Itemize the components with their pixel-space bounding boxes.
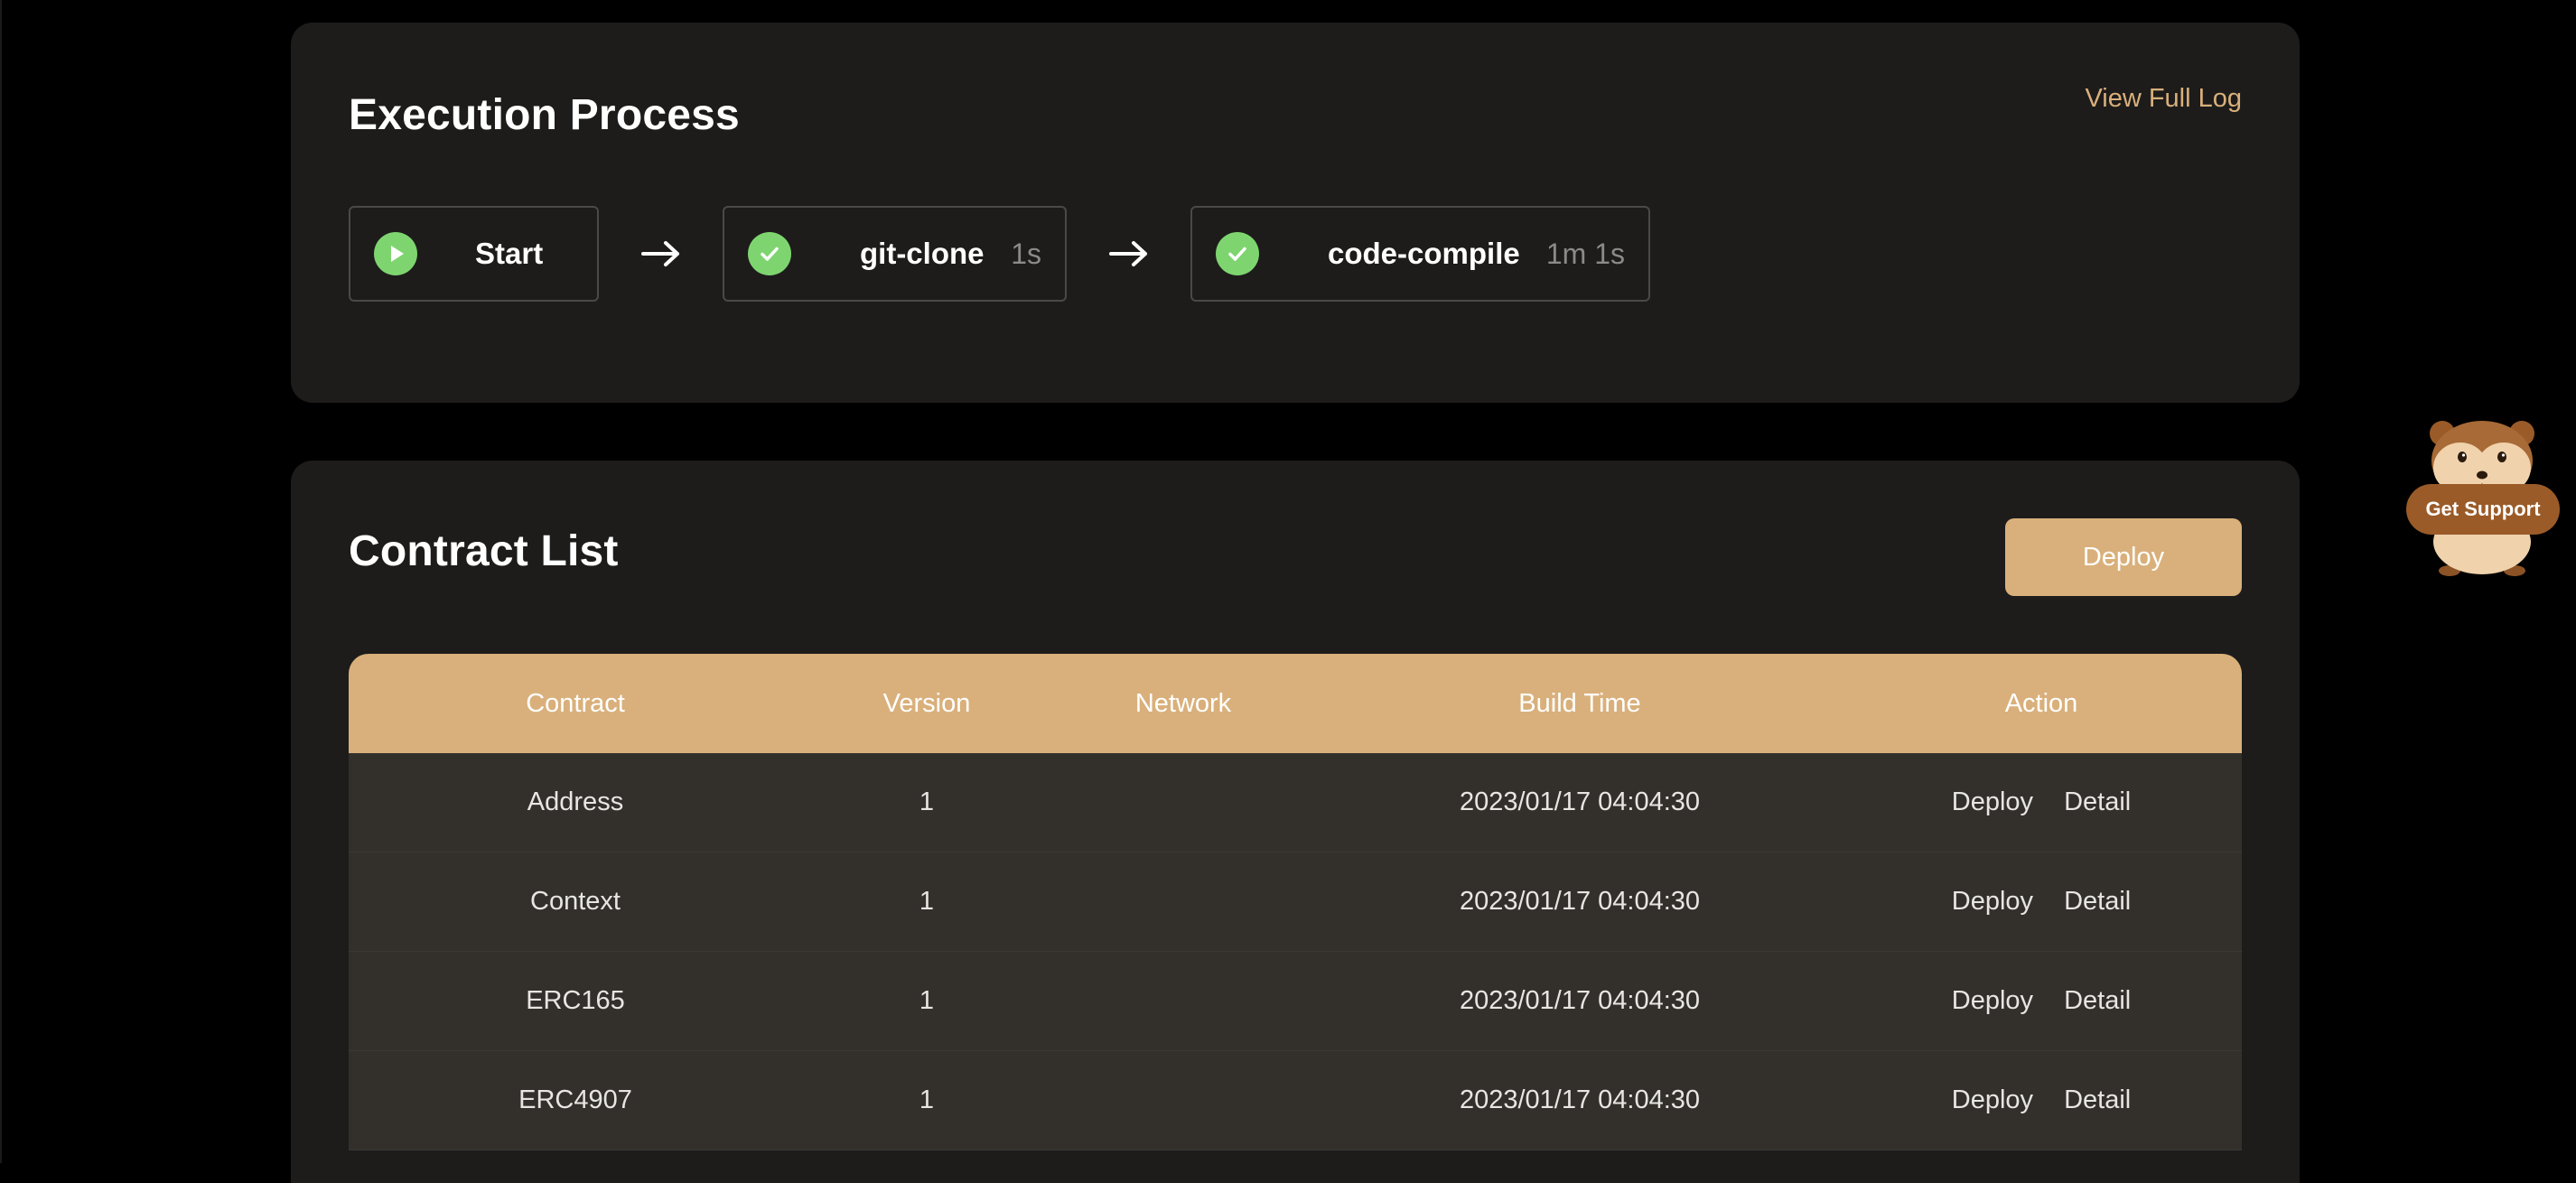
row-actions: Deploy Detail bbox=[1952, 787, 2131, 817]
view-full-log-link[interactable]: View Full Log bbox=[2085, 84, 2242, 114]
step-git-clone[interactable]: git-clone 1s bbox=[723, 206, 1067, 302]
arrow-right-icon bbox=[599, 240, 723, 267]
column-header-version: Version bbox=[882, 688, 971, 718]
row-deploy-link[interactable]: Deploy bbox=[1952, 986, 2033, 1016]
get-support-label[interactable]: Get Support bbox=[2406, 484, 2560, 535]
row-actions: Deploy Detail bbox=[1952, 887, 2131, 917]
contract-build-time: 2023/01/17 04:04:30 bbox=[1459, 1085, 1701, 1114]
column-header-build-time: Build Time bbox=[1518, 688, 1641, 718]
step-name: git-clone bbox=[860, 237, 985, 270]
contract-build-time: 2023/01/17 04:04:30 bbox=[1459, 986, 1701, 1015]
execution-process-card: Execution Process View Full Log Start gi… bbox=[291, 23, 2300, 403]
contract-list-card: Contract List Deploy Contract Version Ne… bbox=[291, 461, 2300, 1183]
row-detail-link[interactable]: Detail bbox=[2064, 887, 2131, 917]
contract-name: Address bbox=[527, 787, 624, 816]
contract-build-time: 2023/01/17 04:04:30 bbox=[1459, 887, 1701, 916]
row-deploy-link[interactable]: Deploy bbox=[1952, 787, 2033, 817]
pipeline-steps: Start git-clone 1s code-compile 1m 1s bbox=[349, 206, 1650, 302]
check-icon bbox=[1216, 232, 1259, 275]
table-header: Contract Version Network Build Time Acti… bbox=[349, 654, 2242, 753]
check-icon bbox=[748, 232, 791, 275]
window-edge bbox=[0, 0, 2, 1163]
contract-version: 1 bbox=[919, 787, 935, 816]
step-code-compile[interactable]: code-compile 1m 1s bbox=[1190, 206, 1650, 302]
contract-build-time: 2023/01/17 04:04:30 bbox=[1459, 787, 1701, 816]
contract-version: 1 bbox=[919, 1085, 935, 1114]
execution-process-title: Execution Process bbox=[349, 91, 740, 139]
column-header-network: Network bbox=[1134, 688, 1232, 718]
deploy-button[interactable]: Deploy bbox=[2005, 518, 2242, 596]
contract-list-title: Contract List bbox=[349, 527, 619, 575]
row-actions: Deploy Detail bbox=[1952, 1085, 2131, 1115]
table-row: Address 1 2023/01/17 04:04:30 Deploy Det… bbox=[349, 753, 2242, 852]
get-support-widget[interactable]: Get Support bbox=[2403, 417, 2562, 580]
step-start[interactable]: Start bbox=[349, 206, 599, 302]
contract-name: ERC165 bbox=[526, 986, 625, 1015]
row-actions: Deploy Detail bbox=[1952, 986, 2131, 1016]
step-duration: 1m 1s bbox=[1545, 237, 1625, 270]
row-detail-link[interactable]: Detail bbox=[2064, 787, 2131, 817]
contract-name: Context bbox=[530, 887, 621, 916]
row-deploy-link[interactable]: Deploy bbox=[1952, 887, 2033, 917]
step-name: code-compile bbox=[1328, 237, 1520, 270]
step-name: Start bbox=[475, 237, 544, 270]
contract-name: ERC4907 bbox=[518, 1085, 632, 1114]
contract-table: Contract Version Network Build Time Acti… bbox=[349, 654, 2242, 1150]
contract-version: 1 bbox=[919, 887, 935, 916]
table-row: ERC4907 1 2023/01/17 04:04:30 Deploy Det… bbox=[349, 1051, 2242, 1150]
table-row: Context 1 2023/01/17 04:04:30 Deploy Det… bbox=[349, 852, 2242, 952]
row-detail-link[interactable]: Detail bbox=[2064, 986, 2131, 1016]
step-duration: 1s bbox=[1011, 237, 1041, 270]
table-row: ERC165 1 2023/01/17 04:04:30 Deploy Deta… bbox=[349, 952, 2242, 1051]
column-header-action: Action bbox=[2004, 688, 2078, 718]
arrow-right-icon bbox=[1067, 240, 1190, 267]
row-deploy-link[interactable]: Deploy bbox=[1952, 1085, 2033, 1115]
contract-version: 1 bbox=[919, 986, 935, 1015]
play-icon bbox=[374, 232, 417, 275]
column-header-contract: Contract bbox=[526, 688, 625, 718]
row-detail-link[interactable]: Detail bbox=[2064, 1085, 2131, 1115]
